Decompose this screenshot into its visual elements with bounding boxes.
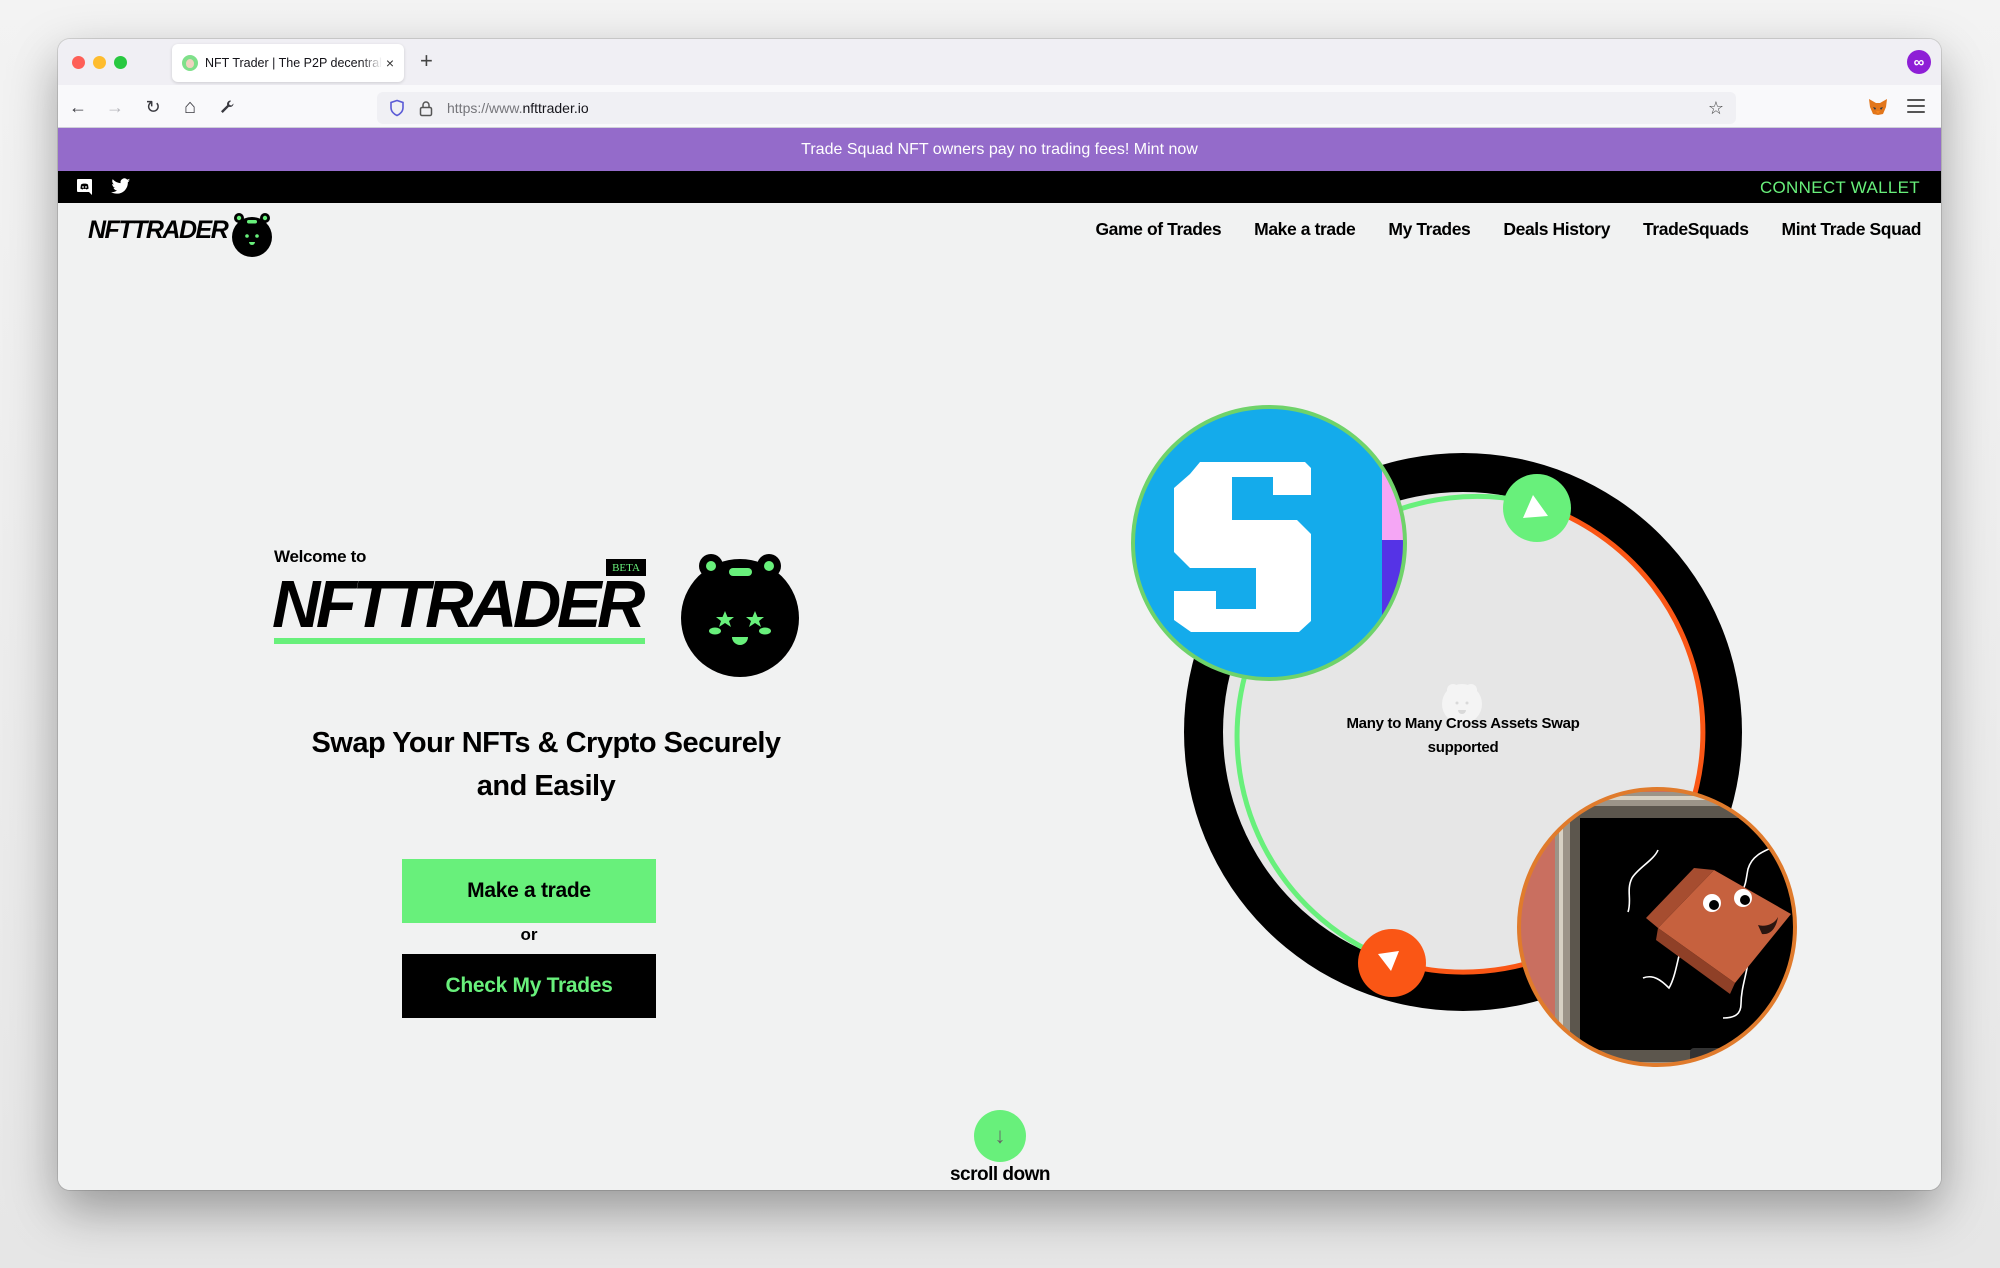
brand-underline (274, 638, 645, 644)
url-host: nfttrader.io (522, 100, 589, 116)
nav-my-trades[interactable]: My Trades (1388, 219, 1470, 240)
wrench-icon[interactable] (214, 94, 240, 120)
site-header: NFTTRADER Game of Trades Make a trade My… (58, 203, 1941, 259)
hero-brand-logo: NFTTRADER (272, 567, 645, 642)
nav-deals-history[interactable]: Deals History (1503, 219, 1610, 240)
browser-toolbar: ← → ↻ ⌂ https://www.nfttrader.io ☆ (58, 85, 1941, 128)
hamburger-menu-icon[interactable] (1907, 96, 1925, 116)
bookmark-star-icon[interactable]: ☆ (1708, 98, 1724, 119)
welcome-label: Welcome to (274, 547, 367, 566)
discord-icon[interactable] (76, 178, 93, 196)
nav-mint-trade-squad[interactable]: Mint Trade Squad (1782, 219, 1922, 240)
outgoing-arrow-button[interactable] (1358, 929, 1426, 997)
tab-strip: NFT Trader | The P2P decentralized × + ∞ (58, 39, 1941, 85)
scroll-down-label[interactable]: scroll down (900, 1164, 1100, 1186)
site-logo[interactable]: NFTTRADER (88, 216, 229, 245)
connect-wallet-button[interactable]: CONNECT WALLET (1760, 178, 1920, 198)
swap-description-line-1: Many to Many Cross Assets Swap (1346, 715, 1580, 732)
nav-tradesquads[interactable]: TradeSquads (1643, 219, 1749, 240)
twitter-icon[interactable] (111, 178, 131, 195)
beta-badge: BETA (606, 559, 646, 576)
nav-make-a-trade[interactable]: Make a trade (1254, 219, 1356, 240)
address-bar[interactable]: https://www.nfttrader.io ☆ (377, 92, 1736, 124)
swap-description-line-2: supported (1427, 739, 1499, 756)
tab-title: NFT Trader | The P2P decentralized (205, 56, 382, 70)
check-my-trades-button[interactable]: Check My Trades (402, 954, 656, 1018)
headline-line-2: and Easily (476, 770, 616, 802)
make-a-trade-button[interactable]: Make a trade (402, 859, 656, 923)
minimize-window-button[interactable] (93, 56, 106, 69)
tracking-protection-shield-icon[interactable] (389, 99, 405, 117)
reload-icon[interactable]: ↻ (140, 94, 166, 120)
private-browsing-icon: ∞ (1907, 50, 1931, 74)
mascot-icon (681, 554, 799, 677)
browser-tab-active[interactable]: NFT Trader | The P2P decentralized × (172, 44, 404, 82)
new-tab-button[interactable]: + (420, 48, 433, 74)
page-content: Trade Squad NFT owners pay no trading fe… (58, 128, 1941, 1190)
promo-banner-text[interactable]: Trade Squad NFT owners pay no trading fe… (801, 141, 1198, 159)
home-icon[interactable]: ⌂ (177, 94, 203, 120)
tab-close-icon[interactable]: × (386, 55, 394, 71)
close-window-button[interactable] (72, 56, 85, 69)
swap-description: Many to Many Cross Assets Swap supported (1338, 712, 1588, 760)
lock-icon[interactable] (419, 100, 433, 117)
nfttrader-favicon-icon (182, 55, 198, 71)
mascot-logo-icon[interactable] (230, 211, 274, 257)
main-nav: Game of Trades Make a trade My Trades De… (1095, 219, 1921, 240)
incoming-arrow-button[interactable] (1503, 474, 1571, 542)
arrow-down-icon: ↓ (994, 1123, 1006, 1148)
url-scheme: https://www. (447, 100, 523, 116)
metamask-fox-icon[interactable] (1868, 98, 1888, 116)
or-separator: or (520, 925, 538, 944)
maximize-window-button[interactable] (114, 56, 127, 69)
forward-arrow-icon[interactable]: → (102, 94, 128, 120)
back-arrow-icon[interactable]: ← (65, 94, 91, 120)
promo-banner[interactable]: Trade Squad NFT owners pay no trading fe… (58, 128, 1941, 171)
swap-diagram (1131, 405, 1797, 1067)
nav-game-of-trades[interactable]: Game of Trades (1095, 219, 1221, 240)
browser-window: NFT Trader | The P2P decentralized × + ∞… (58, 39, 1941, 1190)
scroll-down-button[interactable]: ↓ (974, 1110, 1026, 1162)
social-topbar: CONNECT WALLET (58, 171, 1941, 203)
hero-headline: Swap Your NFTs & Crypto Securely and Eas… (276, 722, 816, 808)
headline-line-1: Swap Your NFTs & Crypto Securely (311, 727, 781, 759)
url-text[interactable]: https://www.nfttrader.io (447, 100, 589, 116)
